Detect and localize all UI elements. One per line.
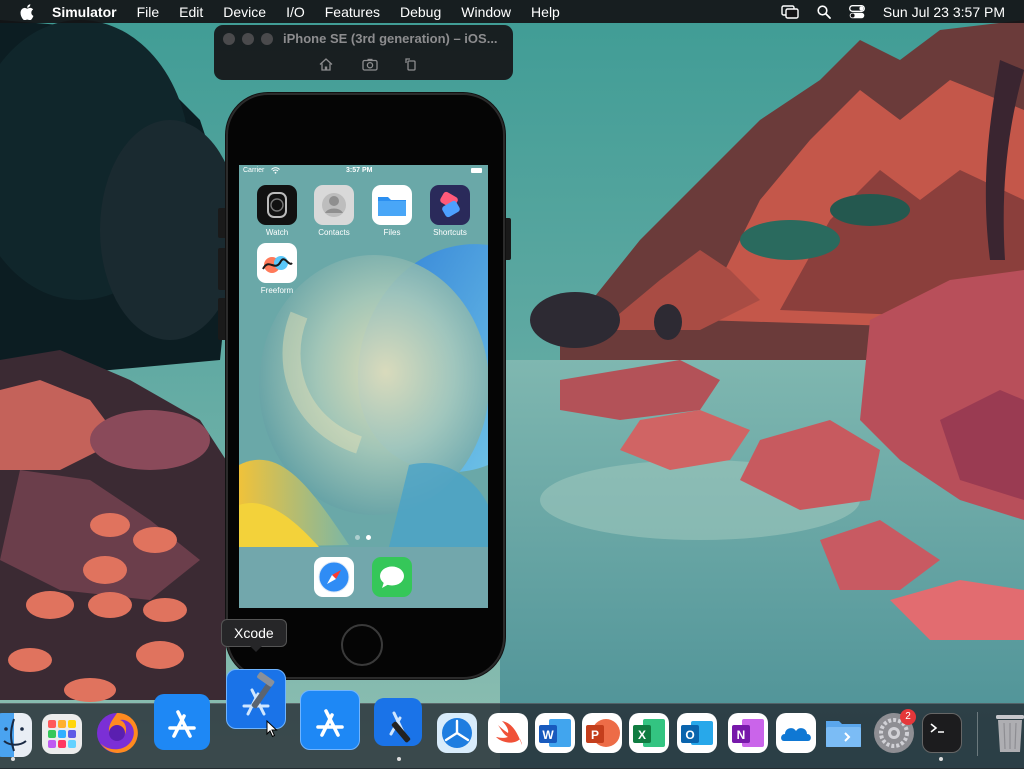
tooltip-tail — [249, 645, 263, 652]
onedrive-icon[interactable] — [776, 713, 816, 753]
svg-text:N: N — [737, 728, 746, 742]
menu-edit[interactable]: Edit — [179, 4, 203, 20]
menu-debug[interactable]: Debug — [400, 4, 441, 20]
app-label: Contacts — [318, 228, 350, 237]
running-indicator — [11, 757, 15, 761]
app-store-icon[interactable] — [154, 694, 210, 750]
running-indicator — [397, 757, 401, 761]
messages-icon[interactable] — [372, 557, 412, 597]
contacts-icon — [314, 185, 354, 225]
svg-text:O: O — [685, 728, 694, 742]
dock-tooltip: Xcode — [221, 619, 287, 647]
swift-icon[interactable] — [488, 713, 528, 753]
safari-icon[interactable] — [314, 557, 354, 597]
app-contacts[interactable]: Contacts — [306, 185, 362, 237]
app-store-icon[interactable] — [300, 690, 360, 750]
word-icon[interactable]: W — [535, 713, 575, 753]
menu-features[interactable]: Features — [325, 4, 380, 20]
app-freeform[interactable]: Freeform — [249, 243, 305, 295]
excel-icon[interactable]: X — [629, 713, 669, 753]
app-label: Shortcuts — [433, 228, 467, 237]
status-time: 3:57 PM — [346, 167, 373, 174]
page-dot-current — [366, 535, 371, 540]
running-indicator — [939, 757, 943, 761]
ios-status-bar: Carrier 3:57 PM — [239, 165, 488, 179]
mouse-cursor-icon — [266, 720, 278, 738]
terminal-icon[interactable] — [922, 713, 962, 753]
app-label: Files — [383, 228, 401, 237]
menu-io[interactable]: I/O — [286, 4, 305, 20]
testflight-icon[interactable] — [437, 713, 477, 753]
spotlight-search-icon[interactable] — [817, 4, 831, 19]
svg-text:X: X — [638, 728, 646, 742]
phone-home-button[interactable] — [341, 624, 383, 666]
files-folder-icon[interactable] — [823, 713, 865, 753]
menu-bar: Simulator File Edit Device I/O Features … — [0, 0, 1024, 23]
onenote-icon[interactable]: N — [728, 713, 768, 753]
home-button-icon[interactable] — [318, 56, 334, 72]
menu-file[interactable]: File — [137, 4, 160, 20]
firefox-icon[interactable] — [94, 710, 140, 756]
watch-icon — [257, 185, 297, 225]
zoom-window-button[interactable] — [261, 33, 273, 45]
dock-separator — [977, 712, 978, 756]
desktop-wallpaper — [0, 0, 1024, 768]
menu-help[interactable]: Help — [531, 4, 560, 20]
svg-text:P: P — [591, 728, 599, 742]
iphone-screen[interactable]: Carrier 3:57 PM Watch Contacts Files Sho… — [239, 165, 488, 608]
screen-mirroring-icon[interactable] — [781, 4, 799, 19]
launchpad-icon[interactable] — [42, 714, 82, 754]
app-label: Watch — [265, 228, 289, 237]
shortcuts-icon — [430, 185, 470, 225]
simulator-window-titlebar[interactable]: iPhone SE (3rd generation) – iOS... — [214, 25, 513, 80]
outlook-icon[interactable]: O — [677, 713, 717, 753]
svg-text:W: W — [542, 728, 554, 742]
trash-icon[interactable] — [992, 711, 1024, 755]
instruments-icon[interactable] — [374, 698, 422, 746]
ios-dock — [239, 547, 488, 608]
wifi-icon — [271, 167, 280, 174]
page-dot — [355, 535, 360, 540]
menu-clock[interactable]: Sun Jul 23 3:57 PM — [883, 4, 1005, 20]
minimize-window-button[interactable] — [242, 33, 254, 45]
screenshot-icon[interactable] — [362, 56, 378, 72]
files-icon — [372, 185, 412, 225]
menu-app-name[interactable]: Simulator — [52, 4, 117, 20]
control-center-icon[interactable] — [848, 4, 865, 19]
freeform-icon — [257, 243, 297, 283]
menu-window[interactable]: Window — [461, 4, 511, 20]
macos-dock: W P X O N — [0, 669, 1024, 769]
apple-logo-icon[interactable] — [20, 3, 34, 20]
rotate-device-icon[interactable] — [403, 56, 419, 72]
powerpoint-icon[interactable]: P — [582, 713, 622, 753]
page-indicator[interactable] — [355, 535, 371, 540]
app-shortcuts[interactable]: Shortcuts — [422, 185, 478, 237]
menu-device[interactable]: Device — [223, 4, 266, 20]
carrier-label: Carrier — [243, 167, 265, 174]
app-files[interactable]: Files — [364, 185, 420, 237]
battery-icon — [471, 168, 482, 173]
window-controls — [223, 33, 273, 45]
app-label: Freeform — [260, 286, 294, 295]
settings-badge: 2 — [900, 709, 916, 725]
simulator-device-title: iPhone SE (3rd generation) – iOS... — [283, 31, 498, 46]
finder-icon[interactable] — [0, 713, 32, 757]
close-window-button[interactable] — [223, 33, 235, 45]
app-watch[interactable]: Watch — [249, 185, 305, 237]
